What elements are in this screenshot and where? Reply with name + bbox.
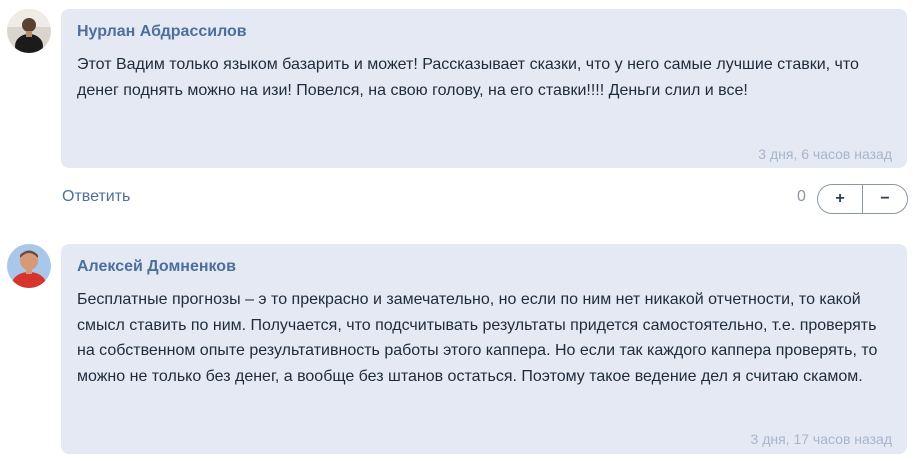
comment-timestamp: 3 дня, 17 часов назад <box>750 431 892 447</box>
avatar[interactable] <box>7 244 51 288</box>
comment-author[interactable]: Алексей Домненков <box>77 258 236 276</box>
comment-text: Этот Вадим только языком базарить и може… <box>77 56 859 99</box>
comment-timestamp: 3 дня, 6 часов назад <box>758 146 892 162</box>
vote-score: 0 <box>797 188 806 205</box>
comment-bubble: Алексей Домненков Бесплатные прогнозы – … <box>61 244 907 454</box>
comment-text: Бесплатные прогнозы – э то прекрасно и з… <box>77 291 878 385</box>
downvote-button[interactable]: − <box>863 185 907 213</box>
avatar[interactable] <box>7 9 51 53</box>
comment-author[interactable]: Нурлан Абдрассилов <box>77 23 247 41</box>
reply-button[interactable]: Ответить <box>62 188 130 206</box>
comment-bubble: Нурлан Абдрассилов Этот Вадим только язы… <box>61 9 907 168</box>
comment-actions: Ответить 0 + − <box>0 184 913 214</box>
upvote-button[interactable]: + <box>818 185 862 213</box>
vote-control: + − <box>817 184 908 214</box>
